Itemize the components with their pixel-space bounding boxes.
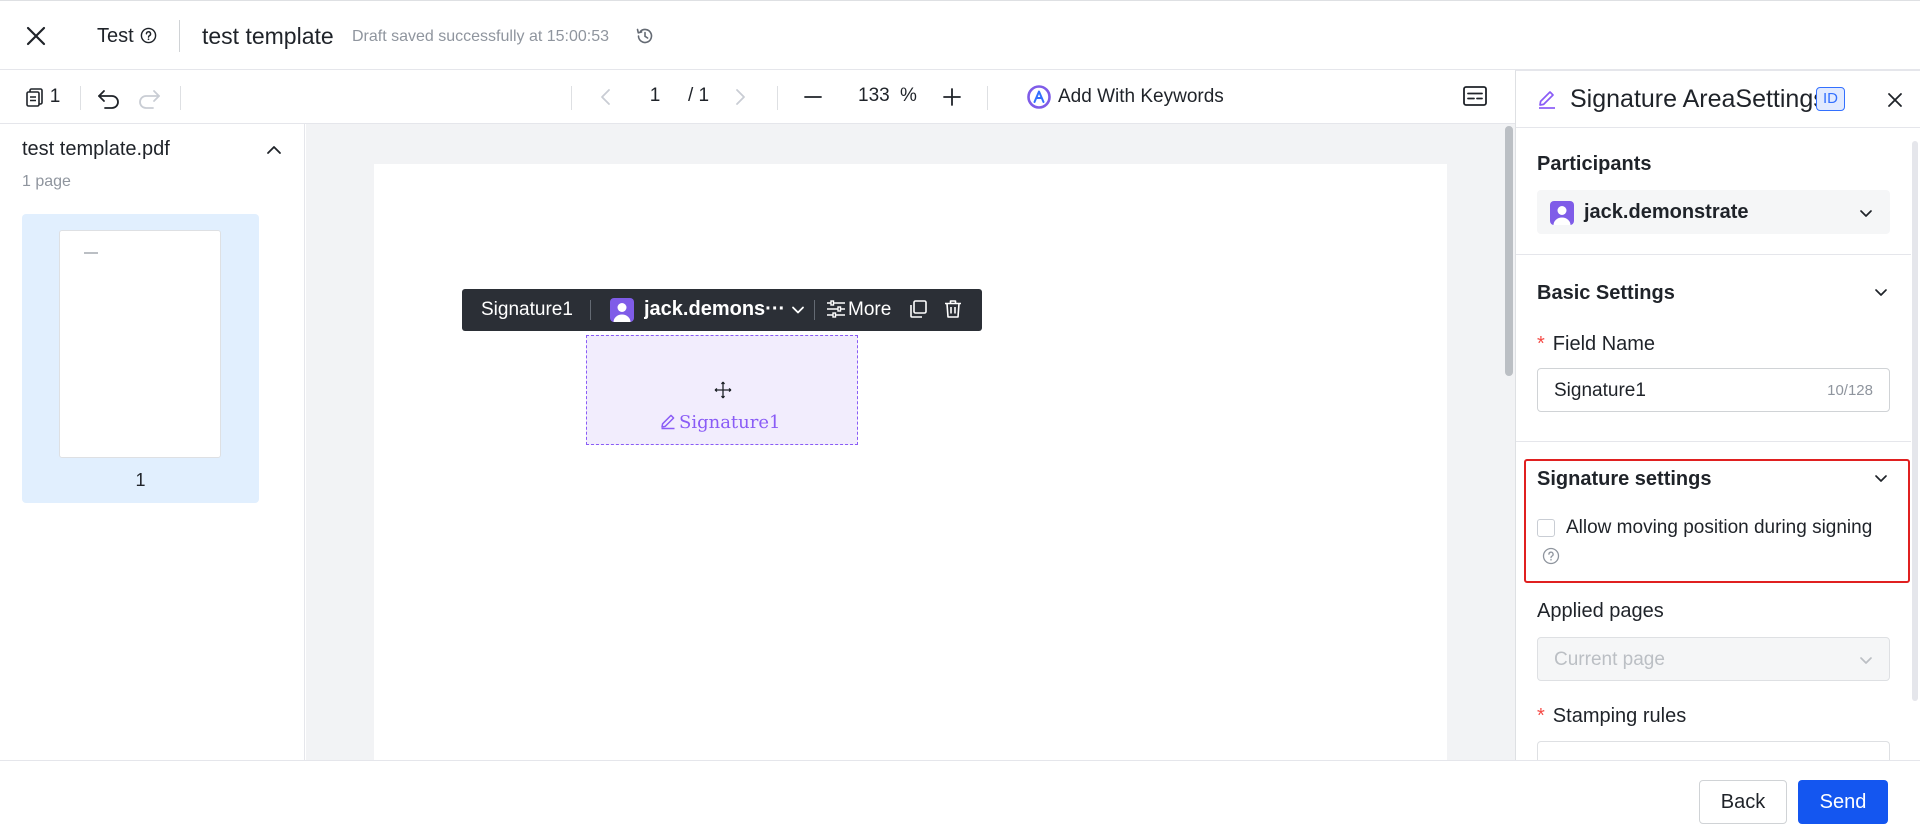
avatar xyxy=(1550,201,1574,225)
zoom-in-icon[interactable] xyxy=(941,86,963,108)
page-count-badge: 1 xyxy=(49,86,61,107)
page-count: 1 page xyxy=(22,173,71,190)
redo-icon[interactable] xyxy=(136,86,162,110)
stamping-rules-label: * Stamping rules xyxy=(1537,705,1686,728)
participants-title: Participants xyxy=(1537,153,1652,175)
header-bar: Test test template Draft saved successfu… xyxy=(0,0,1920,70)
chevron-down-icon xyxy=(1860,210,1872,217)
applied-pages-placeholder: Current page xyxy=(1554,649,1665,670)
history-icon[interactable] xyxy=(635,26,655,46)
chevron-down-icon[interactable] xyxy=(790,302,806,318)
page-thumbnail[interactable]: 1 xyxy=(22,214,259,503)
participant-name: jack.demonstrate xyxy=(1584,201,1749,223)
field-toolbar-divider xyxy=(814,300,815,320)
space-name[interactable]: Test xyxy=(97,25,134,48)
panel-scrollbar[interactable] xyxy=(1912,141,1918,701)
add-with-keywords-label: Add With Keywords xyxy=(1058,86,1224,107)
field-toolbar: Signature1 jack.demons··· More xyxy=(462,289,982,331)
canvas-scrollbar[interactable] xyxy=(1505,126,1513,376)
thumbnail-page-preview xyxy=(59,230,221,458)
help-icon[interactable] xyxy=(140,27,157,44)
undo-icon[interactable] xyxy=(96,86,122,110)
stamping-rules-label-text: Stamping rules xyxy=(1552,705,1687,727)
current-page-input[interactable]: 1 xyxy=(644,85,666,107)
field-participant-select[interactable]: jack.demons··· xyxy=(644,298,784,321)
page-thumbnails-toggle[interactable]: 1 xyxy=(20,84,64,110)
required-mark: * xyxy=(1537,705,1545,727)
back-button[interactable]: Back xyxy=(1699,780,1787,824)
copy-icon[interactable] xyxy=(907,298,929,320)
chevron-down-icon xyxy=(1860,657,1872,664)
field-name-value: Signature1 xyxy=(1554,380,1646,401)
field-list-icon[interactable] xyxy=(1462,84,1488,108)
footer-bar: Back Send xyxy=(0,760,1920,840)
pages-icon xyxy=(25,88,43,107)
basic-settings-title[interactable]: Basic Settings xyxy=(1537,282,1675,305)
document-toolbar: 1 1 / 1 133 % Add With Keywords xyxy=(0,70,1515,124)
add-with-keywords-button[interactable]: Add With Keywords xyxy=(1026,83,1224,111)
pdf-page[interactable] xyxy=(374,164,1447,760)
thumbnail-page-number: 1 xyxy=(135,470,146,490)
panel-header-divider xyxy=(1516,127,1920,128)
close-icon[interactable] xyxy=(24,24,48,48)
chevron-up-icon[interactable] xyxy=(264,140,284,160)
field-toolbar-divider xyxy=(590,300,591,320)
chevron-down-icon[interactable] xyxy=(1872,469,1890,487)
ai-keywords-icon xyxy=(1027,85,1051,109)
settings-panel-title: Signature AreaSettings xyxy=(1570,85,1826,113)
section-divider xyxy=(1516,441,1911,442)
toolbar-divider xyxy=(180,86,181,110)
pencil-icon xyxy=(661,414,675,430)
user-icon xyxy=(613,303,631,322)
help-icon[interactable] xyxy=(1542,547,1560,565)
field-toolbar-label: Signature1 xyxy=(481,299,573,320)
section-divider xyxy=(1516,254,1911,255)
toolbar-divider xyxy=(80,86,81,110)
total-pages: / 1 xyxy=(688,85,710,106)
avatar xyxy=(610,298,634,322)
zoom-unit: % xyxy=(900,85,917,106)
user-icon xyxy=(1553,206,1571,225)
signature-settings-title[interactable]: Signature settings xyxy=(1537,468,1711,491)
field-name-label: * Field Name xyxy=(1537,333,1655,356)
header-divider xyxy=(179,20,180,52)
chevron-down-icon[interactable] xyxy=(1872,283,1890,301)
app-root: Test test template Draft saved successfu… xyxy=(0,0,1920,840)
settings-panel: Signature AreaSettings ID Participants j… xyxy=(1515,70,1920,771)
delete-icon[interactable] xyxy=(942,298,964,320)
id-badge[interactable]: ID xyxy=(1816,87,1845,111)
participant-select[interactable]: jack.demonstrate xyxy=(1537,190,1890,234)
toolbar-divider xyxy=(987,86,988,110)
close-icon[interactable] xyxy=(1885,90,1905,110)
field-name-input[interactable]: Signature1 10/128 xyxy=(1537,368,1890,412)
field-name-label-text: Field Name xyxy=(1552,333,1656,355)
toolbar-divider xyxy=(777,86,778,110)
draft-status: Draft saved successfully at 15:00:53 xyxy=(352,28,610,45)
more-button[interactable]: More xyxy=(848,299,891,321)
field-name-char-count: 10/128 xyxy=(1827,382,1873,399)
document-canvas xyxy=(306,124,1515,760)
send-button[interactable]: Send xyxy=(1798,780,1888,824)
thumbnail-field-mark xyxy=(84,252,98,254)
allow-moving-label[interactable]: Allow moving position during signing xyxy=(1566,517,1872,539)
prev-page-icon[interactable] xyxy=(598,87,614,107)
zoom-value[interactable]: 133 xyxy=(858,85,890,107)
sliders-icon[interactable] xyxy=(825,298,847,320)
doc-title[interactable]: test template xyxy=(202,23,334,50)
file-name: test template.pdf xyxy=(22,138,170,160)
signature-field-label: Signature1 xyxy=(679,412,781,433)
toolbar-divider xyxy=(571,86,572,110)
zoom-out-icon[interactable] xyxy=(802,87,824,107)
allow-moving-checkbox[interactable] xyxy=(1537,519,1555,537)
move-cursor-icon xyxy=(714,381,732,399)
signature-field[interactable]: Signature1 xyxy=(586,335,858,445)
next-page-icon[interactable] xyxy=(732,87,748,107)
thumbnail-panel: test template.pdf 1 page 1 xyxy=(0,124,305,760)
edit-icon xyxy=(1539,91,1555,109)
applied-pages-select: Current page xyxy=(1537,637,1890,681)
applied-pages-label: Applied pages xyxy=(1537,600,1664,622)
required-mark: * xyxy=(1537,333,1545,355)
